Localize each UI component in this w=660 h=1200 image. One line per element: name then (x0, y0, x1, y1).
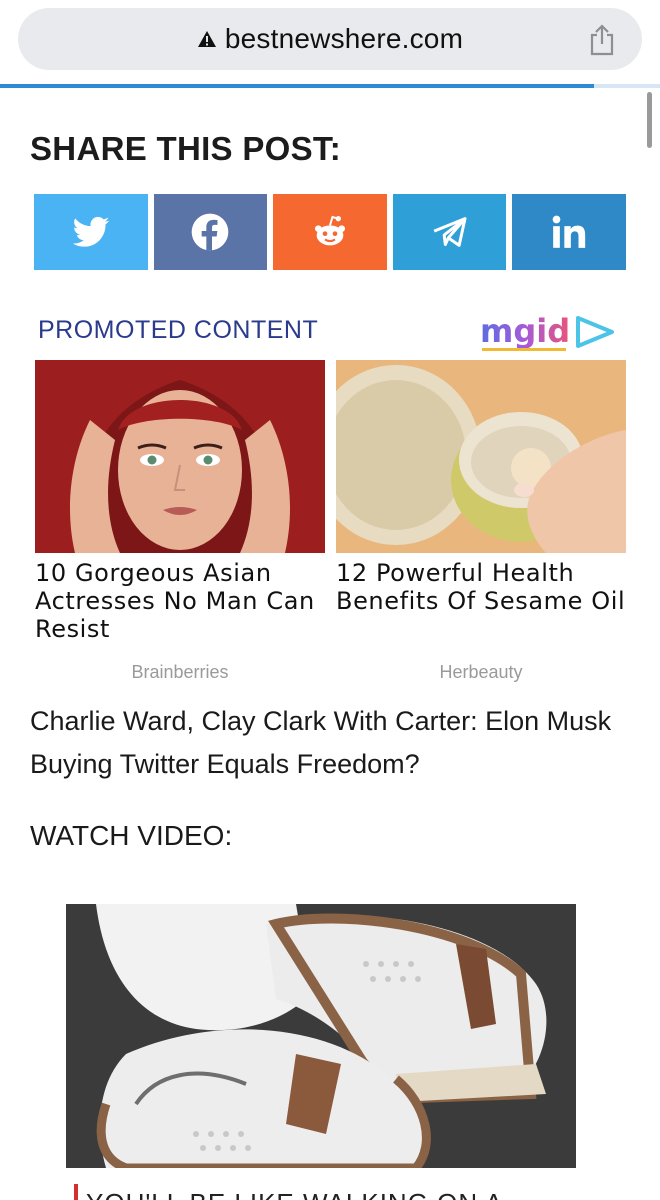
sesame-oil-image (336, 360, 626, 553)
warning-triangle-icon (197, 31, 216, 47)
share-icon[interactable] (588, 24, 616, 56)
url-display[interactable]: bestnewshere.com (18, 8, 642, 70)
scrollbar[interactable] (647, 92, 652, 148)
telegram-icon (433, 217, 467, 247)
promoted-card-source: Herbeauty (439, 662, 523, 682)
promoted-content-label: PROMOTED CONTENT (38, 316, 319, 344)
video-caption[interactable]: YOU'LL BE LIKE WALKING ON A (74, 1184, 594, 1200)
article-headline: Charlie Ward, Clay Clark With Carter: El… (30, 706, 612, 779)
woman-portrait-image (35, 360, 325, 553)
promoted-card-image[interactable] (35, 360, 325, 553)
promoted-card-title[interactable]: 10 Gorgeous Asian Actresses No Man Can R… (35, 559, 325, 643)
promoted-card-title[interactable]: 12 Powerful Health Benefits Of Sesame Oi… (336, 559, 626, 615)
address-bar[interactable]: bestnewshere.com (18, 8, 642, 70)
promoted-card[interactable]: 12 Powerful Health Benefits Of Sesame Oi… (336, 360, 626, 682)
linkedin-share-button[interactable] (512, 194, 626, 270)
caption-accent-bar (74, 1184, 78, 1200)
telegram-share-button[interactable] (392, 194, 507, 270)
share-heading: SHARE THIS POST: (30, 130, 342, 167)
mgid-logo-text: mgid (480, 312, 570, 350)
promoted-card[interactable]: 10 Gorgeous Asian Actresses No Man Can R… (35, 360, 325, 682)
reddit-share-button[interactable] (273, 194, 387, 270)
facebook-share-button[interactable] (153, 194, 268, 270)
shoes-image (66, 904, 576, 1168)
twitter-icon (72, 216, 110, 247)
mgid-logo[interactable]: mgid (480, 308, 616, 354)
facebook-icon (192, 213, 229, 251)
promoted-card-source: Brainberries (131, 662, 229, 682)
reddit-icon (314, 215, 345, 246)
linkedin-icon (552, 215, 586, 248)
url-text: bestnewshere.com (224, 23, 464, 54)
share-buttons (34, 194, 626, 270)
watch-video-label: WATCH VIDEO: (30, 820, 233, 851)
video-caption-text: YOU'LL BE LIKE WALKING ON A (86, 1188, 503, 1200)
promoted-card-image[interactable] (336, 360, 626, 553)
page-load-progress (0, 84, 594, 88)
video-thumbnail[interactable] (66, 904, 576, 1168)
twitter-share-button[interactable] (34, 194, 148, 270)
